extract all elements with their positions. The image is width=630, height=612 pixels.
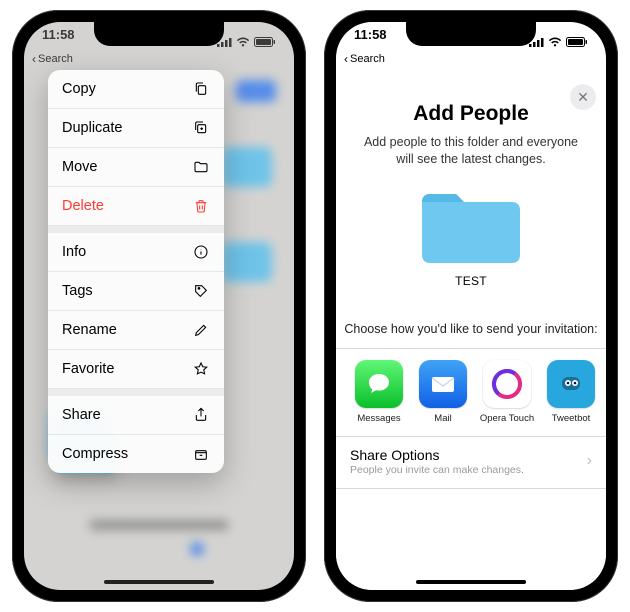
chevron-right-icon: › — [587, 452, 592, 470]
menu-item-move[interactable]: Move — [48, 148, 224, 187]
battery-icon — [566, 35, 588, 50]
menu-item-label: Share — [62, 407, 101, 423]
close-icon: ✕ — [577, 89, 589, 106]
wifi-icon — [548, 35, 562, 50]
sheet-title: Add People — [336, 76, 606, 126]
share-sheet: ✕ Add People Add people to this folder a… — [336, 76, 606, 590]
app-label: Mail — [434, 408, 451, 424]
copy-icon — [192, 81, 210, 97]
notch — [406, 22, 536, 46]
star-icon — [192, 361, 210, 377]
breadcrumb[interactable]: ‹ Search — [32, 52, 73, 66]
pencil-icon — [192, 322, 210, 338]
menu-item-label: Duplicate — [62, 120, 122, 136]
share-icon — [192, 407, 210, 423]
status-indicators — [217, 27, 276, 57]
chevron-left-icon: ‹ — [344, 52, 348, 66]
menu-item-compress[interactable]: Compress — [48, 435, 224, 473]
chevron-left-icon: ‹ — [32, 52, 36, 66]
folder-name: TEST — [336, 266, 606, 288]
screen-left: 11:58 ‹ Search — [24, 22, 294, 590]
share-app-tweetbot[interactable]: Tweetbot — [542, 360, 600, 424]
duplicate-icon — [192, 120, 210, 136]
share-app-opera-touch[interactable]: Opera Touch — [478, 360, 536, 424]
close-button[interactable]: ✕ — [570, 84, 596, 110]
folder-preview — [336, 168, 606, 266]
battery-icon — [254, 35, 276, 50]
menu-item-copy[interactable]: Copy — [48, 70, 224, 109]
breadcrumb-label: Search — [38, 53, 73, 65]
archive-icon — [192, 446, 210, 462]
menu-item-info[interactable]: Info — [48, 233, 224, 272]
home-indicator[interactable] — [416, 580, 526, 584]
phone-left: 11:58 ‹ Search — [12, 10, 306, 602]
phone-right: 11:58 ‹ Search — [324, 10, 618, 602]
screen-right: 11:58 ‹ Search — [336, 22, 606, 590]
menu-item-label: Compress — [62, 446, 128, 462]
menu-item-label: Tags — [62, 283, 93, 299]
status-indicators — [529, 27, 588, 57]
share-options-title: Share Options — [350, 447, 524, 463]
menu-item-favorite[interactable]: Favorite — [48, 350, 224, 389]
breadcrumb[interactable]: ‹ Search — [344, 52, 385, 66]
menu-item-duplicate[interactable]: Duplicate — [48, 109, 224, 148]
app-label: Opera Touch — [480, 408, 534, 424]
menu-item-tags[interactable]: Tags — [48, 272, 224, 311]
menu-item-label: Info — [62, 244, 86, 260]
info-icon — [192, 244, 210, 260]
share-options-subtitle: People you invite can make changes. — [350, 463, 524, 476]
menu-item-label: Copy — [62, 81, 96, 97]
menu-item-label: Rename — [62, 322, 117, 338]
menu-item-label: Move — [62, 159, 97, 175]
divider — [336, 488, 606, 489]
app-label: Tweetbot — [552, 408, 591, 424]
menu-separator — [48, 226, 224, 233]
notch — [94, 22, 224, 46]
share-app-messages[interactable]: Messages — [350, 360, 408, 424]
share-app-mail[interactable]: Mail — [414, 360, 472, 424]
tag-icon — [192, 283, 210, 299]
wifi-icon — [236, 35, 250, 50]
menu-item-rename[interactable]: Rename — [48, 311, 224, 350]
menu-item-share[interactable]: Share — [48, 396, 224, 435]
menu-item-label: Favorite — [62, 361, 114, 377]
breadcrumb-label: Search — [350, 53, 385, 65]
sheet-subtitle: Add people to this folder and everyone w… — [336, 126, 606, 168]
menu-item-delete[interactable]: Delete — [48, 187, 224, 226]
menu-item-label: Delete — [62, 198, 104, 214]
app-label: Messages — [357, 408, 400, 424]
home-indicator[interactable] — [104, 580, 214, 584]
folder-icon — [192, 159, 210, 175]
context-menu: Copy Duplicate Move — [48, 70, 224, 473]
invite-prompt: Choose how you'd like to send your invit… — [336, 322, 606, 348]
share-options-row[interactable]: Share Options People you invite can make… — [336, 437, 606, 480]
trash-icon — [192, 198, 210, 214]
share-app-row[interactable]: Messages Mail Opera Touc — [336, 348, 606, 436]
menu-separator — [48, 389, 224, 396]
